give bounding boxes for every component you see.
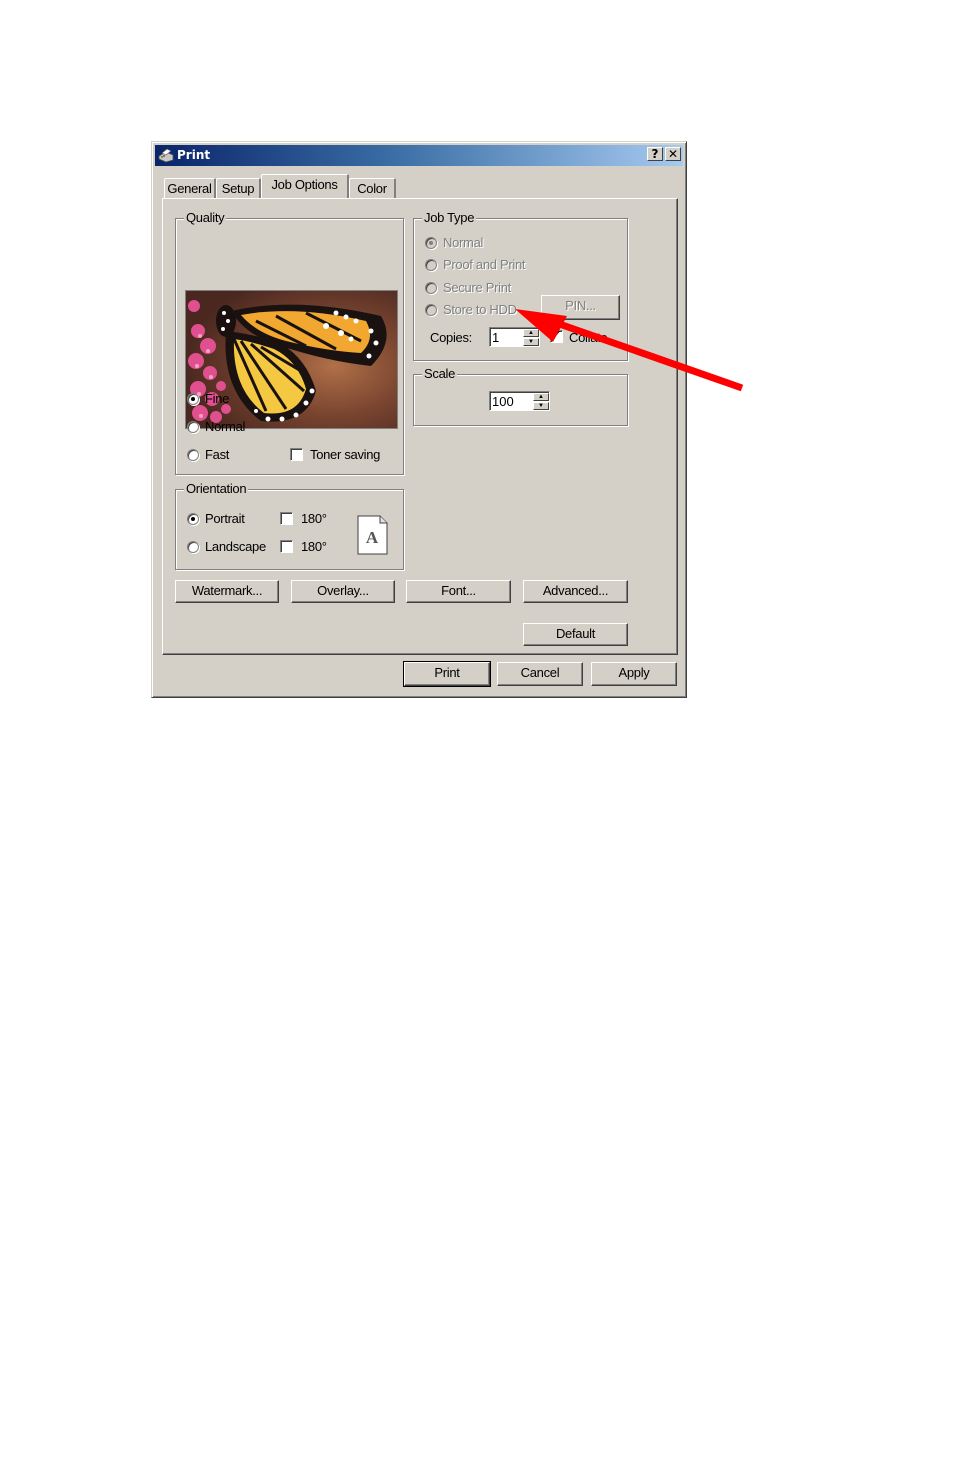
landscape-rotate-180-label[interactable]: 180° (301, 539, 327, 555)
pin-button[interactable]: PIN... (541, 295, 620, 320)
job-store-to-hdd-radio[interactable] (425, 304, 437, 316)
job-normal-radio[interactable] (425, 237, 437, 249)
close-button[interactable]: ✕ (665, 147, 681, 161)
portrait-rotate-180-checkbox[interactable] (280, 512, 293, 525)
copies-up-arrow-icon[interactable]: ▲ (523, 329, 539, 337)
landscape-radio[interactable] (187, 541, 199, 553)
scale-spinner[interactable]: ▲ ▼ (489, 391, 550, 411)
quality-normal-label[interactable]: Normal (205, 419, 245, 435)
printer-icon (158, 148, 174, 163)
landscape-rotate-180-checkbox[interactable] (280, 540, 293, 553)
job-options-panel: Quality Fine Normal Fast Toner saving Or… (162, 198, 678, 655)
toner-saving-checkbox[interactable] (290, 448, 303, 461)
quality-fine-label[interactable]: Fine (205, 391, 229, 407)
portrait-radio[interactable] (187, 513, 199, 525)
copies-down-arrow-icon[interactable]: ▼ (523, 338, 539, 346)
page-orientation-icon: A (357, 515, 388, 555)
toner-saving-label[interactable]: Toner saving (310, 447, 380, 463)
page-icon-letter: A (366, 528, 379, 547)
tab-job-options[interactable]: Job Options (261, 174, 349, 198)
cancel-button[interactable]: Cancel (497, 662, 583, 686)
job-secure-print-label[interactable]: Secure Print (443, 280, 511, 296)
font-button[interactable]: Font... (406, 580, 511, 603)
default-button[interactable]: Default (523, 623, 628, 646)
scale-label: Scale (422, 366, 458, 382)
tab-general[interactable]: General (164, 178, 216, 199)
print-dialog: Print ? ✕ General Setup Job Options Colo… (151, 141, 687, 698)
quality-preview-image (185, 290, 398, 429)
watermark-button[interactable]: Watermark... (175, 580, 279, 603)
title-bar[interactable]: Print ? ✕ (155, 145, 683, 166)
tab-color[interactable]: Color (349, 178, 396, 199)
butterfly-image (186, 291, 397, 428)
copies-input[interactable] (492, 329, 522, 345)
collate-label[interactable]: Collate (569, 330, 608, 346)
quality-fast-radio[interactable] (187, 449, 199, 461)
quality-fast-label[interactable]: Fast (205, 447, 229, 463)
job-store-to-hdd-label[interactable]: Store to HDD (443, 302, 517, 318)
quality-normal-radio[interactable] (187, 421, 199, 433)
job-proof-and-print-radio[interactable] (425, 259, 437, 271)
overlay-button[interactable]: Overlay... (291, 580, 395, 603)
portrait-rotate-180-label[interactable]: 180° (301, 511, 327, 527)
orientation-label: Orientation (184, 481, 249, 497)
job-normal-label[interactable]: Normal (443, 235, 483, 251)
job-proof-and-print-label[interactable]: Proof and Print (443, 257, 526, 273)
landscape-label[interactable]: Landscape (205, 539, 266, 555)
job-type-label: Job Type (422, 210, 477, 226)
print-button[interactable]: Print (403, 661, 491, 687)
job-secure-print-radio[interactable] (425, 282, 437, 294)
scale-down-arrow-icon[interactable]: ▼ (533, 402, 549, 410)
copies-label: Copies: (430, 330, 472, 345)
portrait-label[interactable]: Portrait (205, 511, 245, 527)
scale-input[interactable] (492, 393, 522, 409)
collate-checkbox[interactable] (550, 328, 563, 343)
window-title: Print (177, 148, 211, 162)
help-button[interactable]: ? (647, 147, 663, 161)
quality-label: Quality (184, 210, 227, 226)
tab-setup[interactable]: Setup (216, 178, 261, 199)
advanced-button[interactable]: Advanced... (523, 580, 628, 603)
copies-spinner[interactable]: ▲ ▼ (489, 327, 540, 347)
scale-up-arrow-icon[interactable]: ▲ (533, 393, 549, 401)
apply-button[interactable]: Apply (591, 662, 677, 686)
quality-fine-radio[interactable] (187, 393, 199, 405)
